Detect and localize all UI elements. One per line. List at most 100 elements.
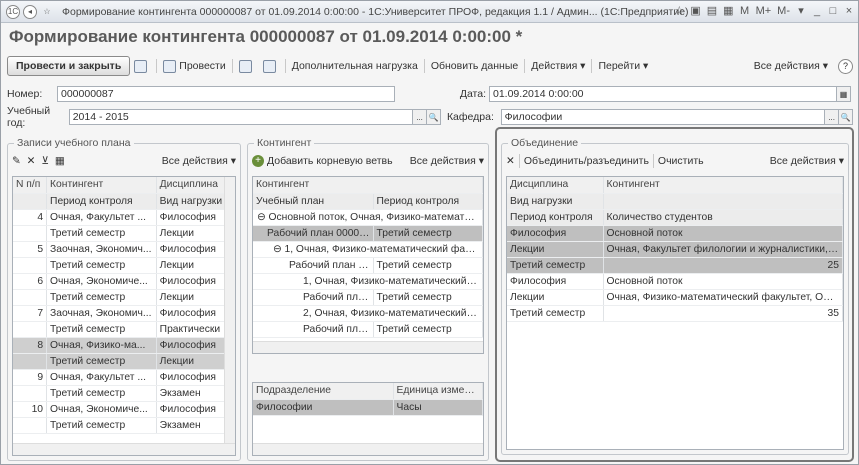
number-field[interactable]: 000000087 — [57, 86, 395, 102]
table-row[interactable]: Третий семестр Практически — [13, 321, 235, 338]
tree-node[interactable]: 2, Очная, Физико-математический факул — [253, 305, 483, 322]
col-period[interactable]: Период контроля — [507, 209, 604, 226]
table-row-selected[interactable]: Философии Часы — [253, 399, 483, 416]
favorite-star-icon[interactable]: ☆ — [40, 5, 54, 19]
dept-select-button[interactable]: ... — [825, 109, 840, 125]
tree-node[interactable]: Рабочий план 000...Третий семестр — [253, 257, 483, 274]
table-row[interactable]: 9 Очная, Факультет ... Философия — [13, 369, 235, 386]
table-row[interactable]: Третий семестр Экзамен — [13, 385, 235, 402]
year-search-icon[interactable]: 🔍 — [427, 109, 441, 125]
edit-icon[interactable]: ✎ — [12, 155, 21, 167]
col-discipline[interactable]: Дисциплина — [507, 177, 604, 194]
horizontal-scrollbar[interactable] — [13, 443, 235, 455]
delete-icon[interactable]: ✕ — [506, 155, 515, 167]
table-row-selected[interactable]: Третий семестр Лекции — [13, 353, 235, 370]
merge-group-row[interactable]: Третий семестр 25 — [507, 257, 843, 274]
merge-group-row[interactable]: Философия Основной поток — [507, 273, 843, 290]
col-load-type[interactable]: Вид нагрузки — [507, 193, 604, 210]
col-contingent[interactable]: Контингент — [253, 177, 483, 194]
row-contingent: Очная, Экономиче... — [46, 401, 157, 418]
extra-load-button[interactable]: Дополнительная нагрузка — [288, 60, 422, 72]
vertical-scrollbar[interactable] — [224, 177, 235, 443]
add-root-button[interactable]: + Добавить корневую ветвь — [252, 155, 393, 167]
refresh-data-button[interactable]: Обновить данные — [427, 60, 522, 72]
col-load-type[interactable]: Вид нагрузки — [156, 193, 235, 210]
table-row[interactable]: 10 Очная, Экономиче... Философия — [13, 401, 235, 418]
tree-node-period: Третий семестр — [373, 289, 483, 306]
app-menu-icon[interactable]: 1С — [6, 4, 20, 19]
table-row-selected[interactable]: 8 Очная, Физико-ма... Философия — [13, 337, 235, 354]
merge-group-row[interactable]: Лекции Очная, Факультет филологии и журна… — [507, 241, 843, 258]
back-icon[interactable]: ◂ — [23, 4, 37, 19]
tree-node[interactable]: ⊖ 1, Очная, Физико-математический факуль… — [253, 241, 483, 258]
merge-group-row[interactable]: Третий семестр 35 — [507, 305, 843, 322]
help-icon[interactable]: ? — [838, 58, 853, 74]
clear-button[interactable]: Очистить — [658, 155, 704, 167]
table-row[interactable]: 5 Заочная, Экономич... Философия — [13, 241, 235, 258]
col-n[interactable]: N п/п — [13, 177, 48, 194]
tree-node-selected[interactable]: Рабочий план 000000... Третий семестр — [253, 225, 483, 242]
tree-node[interactable]: Рабочий план ...Третий семестр — [253, 321, 483, 338]
memory-minus-button[interactable]: M- — [777, 5, 790, 17]
actions-menu[interactable]: Действия ▾ — [527, 60, 589, 72]
memory-plus-button[interactable]: M+ — [756, 5, 772, 17]
post-button[interactable]: Провести — [159, 59, 229, 73]
all-actions-menu[interactable]: Все действия ▾ — [750, 60, 832, 72]
table-row[interactable]: Третий семестр Лекции — [13, 257, 235, 274]
col-contingent[interactable]: Контингент — [603, 177, 843, 194]
merge-all-actions[interactable]: Все действия ▾ — [770, 155, 844, 167]
filter-icon[interactable]: ⊻ — [41, 155, 49, 167]
filter-clear-icon[interactable]: ▦ — [55, 155, 65, 167]
horizontal-scrollbar[interactable] — [253, 443, 483, 455]
year-field[interactable]: 2014 - 2015 — [68, 109, 414, 125]
table-row[interactable]: Третий семестр Экзамен — [13, 417, 235, 434]
link-icon[interactable]: ▣ — [690, 4, 700, 17]
table-row[interactable]: 7 Заочная, Экономич... Философия — [13, 305, 235, 322]
table-row[interactable]: 6 Очная, Экономиче... Философия — [13, 273, 235, 290]
minimize-button[interactable]: _ — [812, 5, 822, 17]
stamp-icon[interactable] — [259, 59, 283, 73]
col-discipline[interactable]: Дисциплина — [156, 177, 235, 194]
merge-group-row[interactable]: Философия Основной поток — [507, 225, 843, 242]
calendar-icon[interactable]: ▦ — [723, 4, 733, 17]
tree-node[interactable]: Рабочий план ...Третий семестр — [253, 289, 483, 306]
merge-group-row[interactable]: Лекции Очная, Физико-математический факул… — [507, 289, 843, 306]
col-period[interactable]: Период контроля — [373, 193, 483, 210]
col-students-count[interactable]: Количество студентов — [603, 209, 843, 226]
plan-all-actions[interactable]: Все действия ▾ — [162, 155, 236, 167]
contingent-title: Контингент — [254, 137, 315, 149]
group-students: 25 — [603, 257, 843, 274]
print-icon[interactable] — [235, 59, 259, 73]
col-plan[interactable]: Учебный план — [253, 193, 374, 210]
window-title: Формирование контингента 000000087 от 01… — [62, 5, 689, 18]
table-row[interactable]: Третий семестр Лекции — [13, 225, 235, 242]
col-department[interactable]: Подразделение — [253, 383, 394, 400]
close-button[interactable]: × — [844, 5, 854, 17]
table-row[interactable]: 4 Очная, Факультет ... Философия — [13, 209, 235, 226]
year-select-button[interactable]: ... — [413, 109, 427, 125]
col-contingent[interactable]: Контингент — [46, 177, 157, 194]
dropdown-icon[interactable]: ▾ — [796, 4, 806, 17]
row-load: Лекции — [156, 257, 235, 274]
save-icon[interactable] — [130, 59, 154, 73]
tree-node[interactable]: ⊖ Основной поток, Очная, Физико-математи… — [253, 209, 483, 226]
contingent-all-actions[interactable]: Все действия ▾ — [410, 155, 484, 167]
tree-node-label: ⊖ Основной поток, Очная, Физико-математи… — [253, 209, 483, 226]
print-icon[interactable]: ▤ — [707, 4, 717, 17]
dept-field[interactable]: Философии — [500, 109, 826, 125]
col-unit[interactable]: Единица измерени — [393, 383, 483, 400]
star-icon[interactable]: ☆ — [674, 4, 684, 17]
tree-node[interactable]: 1, Очная, Физико-математический факул — [253, 273, 483, 290]
dept-search-icon[interactable]: 🔍 — [839, 109, 853, 125]
goto-menu[interactable]: Перейти ▾ — [594, 60, 652, 72]
col-period[interactable]: Период контроля — [46, 193, 157, 210]
calendar-icon[interactable]: ▦ — [837, 86, 851, 102]
merge-split-button[interactable]: Объединить/разъединить — [524, 155, 649, 167]
date-field[interactable]: 01.09.2014 0:00:00 — [489, 86, 837, 102]
maximize-button[interactable]: □ — [828, 5, 838, 17]
horizontal-scrollbar[interactable] — [253, 341, 483, 353]
memory-m-button[interactable]: M — [740, 5, 750, 17]
post-and-close-button[interactable]: Провести и закрыть — [7, 56, 131, 76]
table-row[interactable]: Третий семестр Лекции — [13, 289, 235, 306]
delete-icon[interactable]: ✕ — [27, 155, 36, 167]
